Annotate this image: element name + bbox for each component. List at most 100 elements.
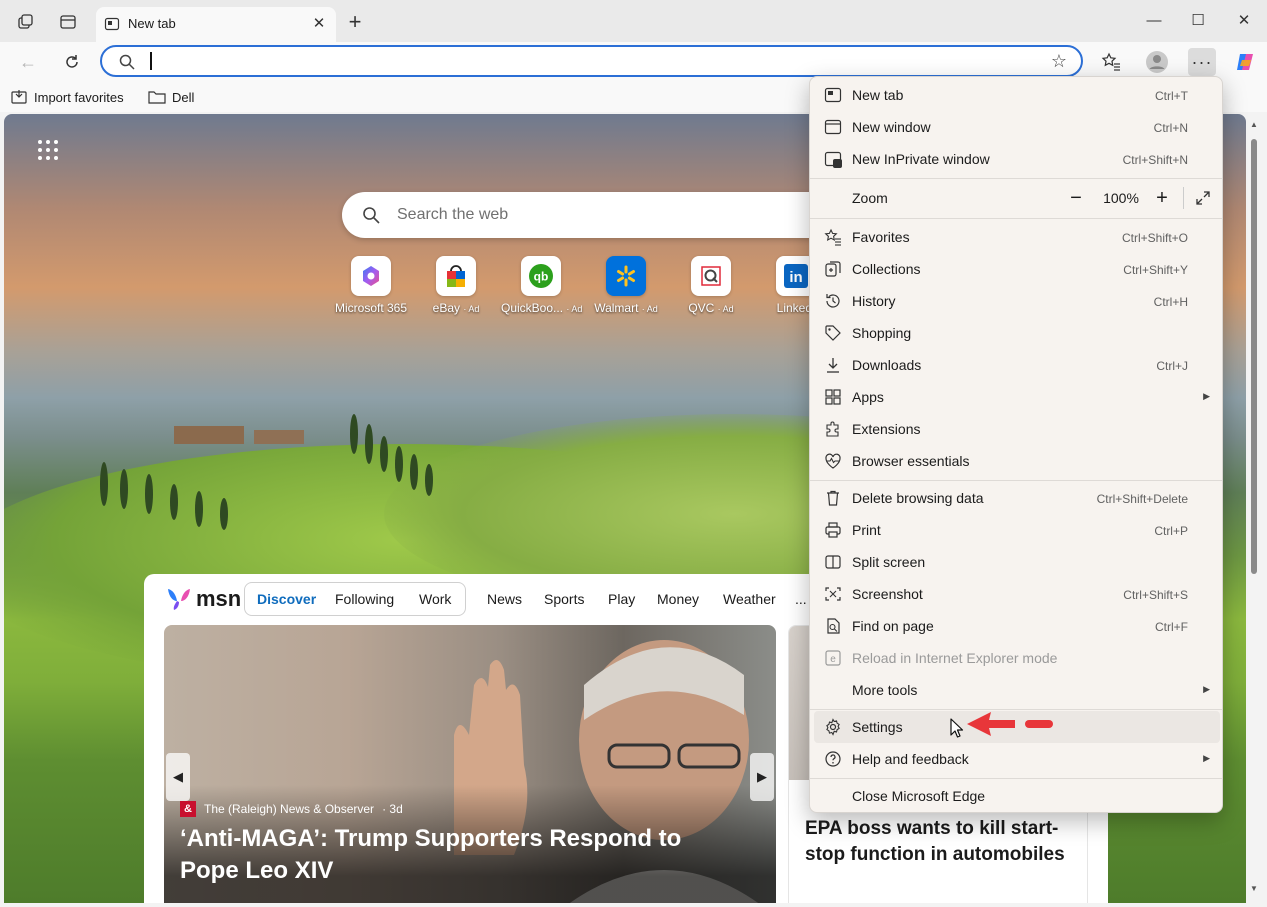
tab-following[interactable]: Following: [335, 591, 394, 607]
msn-logo[interactable]: msn: [166, 584, 241, 614]
history-icon: [824, 292, 842, 310]
menu-item-print[interactable]: Print Ctrl+P: [814, 514, 1220, 546]
tab-play[interactable]: Play: [608, 591, 635, 607]
copilot-icon[interactable]: [1231, 48, 1259, 76]
quick-link-microsoft-365[interactable]: Microsoft 365: [331, 256, 411, 315]
tab-sports[interactable]: Sports: [544, 591, 584, 607]
menu-item-more-tools[interactable]: More tools ▶: [814, 674, 1220, 706]
ie-mode-icon: e: [824, 649, 842, 667]
vertical-tabs-icon[interactable]: [57, 11, 79, 33]
ad-marker: · Ad: [641, 304, 658, 314]
tab-new-tab[interactable]: New tab ✕: [96, 7, 336, 42]
favorites-list-icon[interactable]: [1097, 48, 1125, 76]
menu-item-shortcut: Ctrl+H: [1153, 295, 1188, 309]
menu-item-extensions[interactable]: Extensions: [814, 413, 1220, 445]
menu-item-screenshot[interactable]: Screenshot Ctrl+Shift+S: [814, 578, 1220, 610]
carousel-prev-icon[interactable]: ◀: [166, 753, 190, 801]
menu-item-close-microsoft-edge[interactable]: Close Microsoft Edge: [814, 780, 1220, 812]
tab-weather[interactable]: Weather: [723, 591, 776, 607]
new-tab-page-icon: [104, 16, 120, 32]
quick-link-label: Walmart: [594, 301, 639, 315]
menu-item-find-on-page[interactable]: Find on page Ctrl+F: [814, 610, 1220, 642]
tab-discover[interactable]: Discover: [257, 591, 316, 607]
submenu-arrow-icon: ▶: [1203, 753, 1210, 763]
title-bar: New tab ✕ + — ☐ ✕: [0, 0, 1267, 42]
menu-item-downloads[interactable]: Downloads Ctrl+J: [814, 349, 1220, 381]
refresh-icon[interactable]: [60, 50, 84, 74]
web-search-box[interactable]: Search the web: [342, 192, 862, 238]
tab-money[interactable]: Money: [657, 591, 699, 607]
quick-link-walmart[interactable]: Walmart · Ad: [586, 256, 666, 315]
menu-item-new-window[interactable]: New window Ctrl+N: [814, 111, 1220, 143]
extensions-icon: [824, 420, 842, 438]
menu-item-apps[interactable]: Apps ▶: [814, 381, 1220, 413]
menu-item-help-and-feedback[interactable]: Help and feedback ▶: [814, 743, 1220, 775]
carousel-next-icon[interactable]: ▶: [750, 753, 774, 801]
favorite-dell-folder[interactable]: Dell: [148, 87, 194, 107]
annotation-arrow-icon: [967, 712, 1053, 736]
heart-pulse-icon: [824, 452, 842, 470]
scroll-down-arrow-icon[interactable]: ▼: [1250, 884, 1258, 893]
menu-item-favorites[interactable]: Favorites Ctrl+Shift+O: [814, 221, 1220, 253]
menu-item-new-inprivate-window[interactable]: New InPrivate window Ctrl+Shift+N: [814, 143, 1220, 175]
menu-item-collections[interactable]: Collections Ctrl+Shift+Y: [814, 253, 1220, 285]
quick-link-quickbooks[interactable]: qb QuickBoo... · Ad: [501, 256, 582, 315]
menu-item-label: Collections: [852, 261, 921, 277]
menu-item-browser-essentials[interactable]: Browser essentials: [814, 445, 1220, 477]
app-launcher-icon[interactable]: [38, 140, 58, 160]
menu-item-label: Favorites: [852, 229, 910, 245]
ad-marker: · Ad: [463, 304, 480, 314]
zoom-label: Zoom: [852, 190, 888, 206]
import-icon: [11, 90, 27, 104]
zoom-in-icon[interactable]: +: [1150, 182, 1174, 214]
menu-item-label: New tab: [852, 87, 904, 103]
tab-work[interactable]: Work: [419, 591, 451, 607]
screenshot-icon: [824, 585, 842, 603]
workspaces-icon[interactable]: [15, 11, 37, 33]
menu-item-shortcut: Ctrl+T: [1155, 89, 1188, 103]
close-tab-icon[interactable]: ✕: [311, 16, 327, 32]
menu-item-new-tab[interactable]: New tab Ctrl+T: [814, 79, 1220, 111]
minimize-icon[interactable]: —: [1142, 10, 1166, 34]
profile-avatar-icon[interactable]: [1143, 48, 1171, 76]
more-dots-icon: ···: [1191, 52, 1213, 72]
settings-and-more-menu: New tab Ctrl+T New window Ctrl+N New InP…: [809, 76, 1223, 813]
scroll-up-arrow-icon[interactable]: ▲: [1250, 120, 1258, 129]
favorites-icon: [824, 228, 842, 246]
quick-link-ebay[interactable]: eBay · Ad: [416, 256, 496, 315]
address-input[interactable]: [156, 51, 1016, 71]
news-headline[interactable]: ‘Anti-MAGA’: Trump Supporters Respond to…: [180, 823, 740, 887]
help-icon: [824, 750, 842, 768]
address-bar[interactable]: ☆: [100, 45, 1083, 77]
news-card-main[interactable]: ◀ ▶ & The (Raleigh) News & Observer · 3d…: [164, 625, 776, 903]
maximize-icon[interactable]: ☐: [1186, 10, 1210, 34]
news-headline[interactable]: EPA boss wants to kill start-stop functi…: [805, 816, 1081, 868]
close-window-icon[interactable]: ✕: [1232, 10, 1256, 34]
new-tab-plus-icon[interactable]: +: [344, 11, 366, 34]
menu-item-history[interactable]: History Ctrl+H: [814, 285, 1220, 317]
menu-item-split-screen[interactable]: Split screen: [814, 546, 1220, 578]
add-favorite-star-icon[interactable]: ☆: [1049, 51, 1069, 71]
msn-butterfly-icon: [168, 589, 190, 610]
menu-item-delete-browsing-data[interactable]: Delete browsing data Ctrl+Shift+Delete: [814, 482, 1220, 514]
menu-item-label: Close Microsoft Edge: [852, 788, 986, 804]
menu-separator: [810, 218, 1222, 219]
menu-item-label: More tools: [852, 682, 918, 698]
fullscreen-expand-icon[interactable]: [1191, 182, 1215, 214]
menu-item-shopping[interactable]: Shopping: [814, 317, 1220, 349]
zoom-out-icon[interactable]: −: [1064, 182, 1088, 214]
msn-wordmark: msn: [196, 586, 242, 611]
page-scrollbar[interactable]: ▲ ▼: [1246, 114, 1262, 903]
menu-item-zoom: Zoom − 100% +: [814, 182, 1220, 214]
settings-and-more-button[interactable]: ···: [1188, 48, 1216, 76]
split-screen-icon: [824, 553, 842, 571]
favorite-import-favorites[interactable]: Import favorites: [11, 87, 124, 107]
quick-link-qvc[interactable]: QVC · Ad: [671, 256, 751, 315]
menu-item-label: Apps: [852, 389, 884, 405]
qvc-icon: [691, 256, 731, 296]
scrollbar-thumb[interactable]: [1251, 139, 1257, 574]
folder-icon: [148, 91, 166, 104]
tab-news[interactable]: News: [487, 591, 522, 607]
back-arrow-icon[interactable]: ←: [16, 50, 40, 74]
tab-more[interactable]: ...: [795, 591, 807, 607]
